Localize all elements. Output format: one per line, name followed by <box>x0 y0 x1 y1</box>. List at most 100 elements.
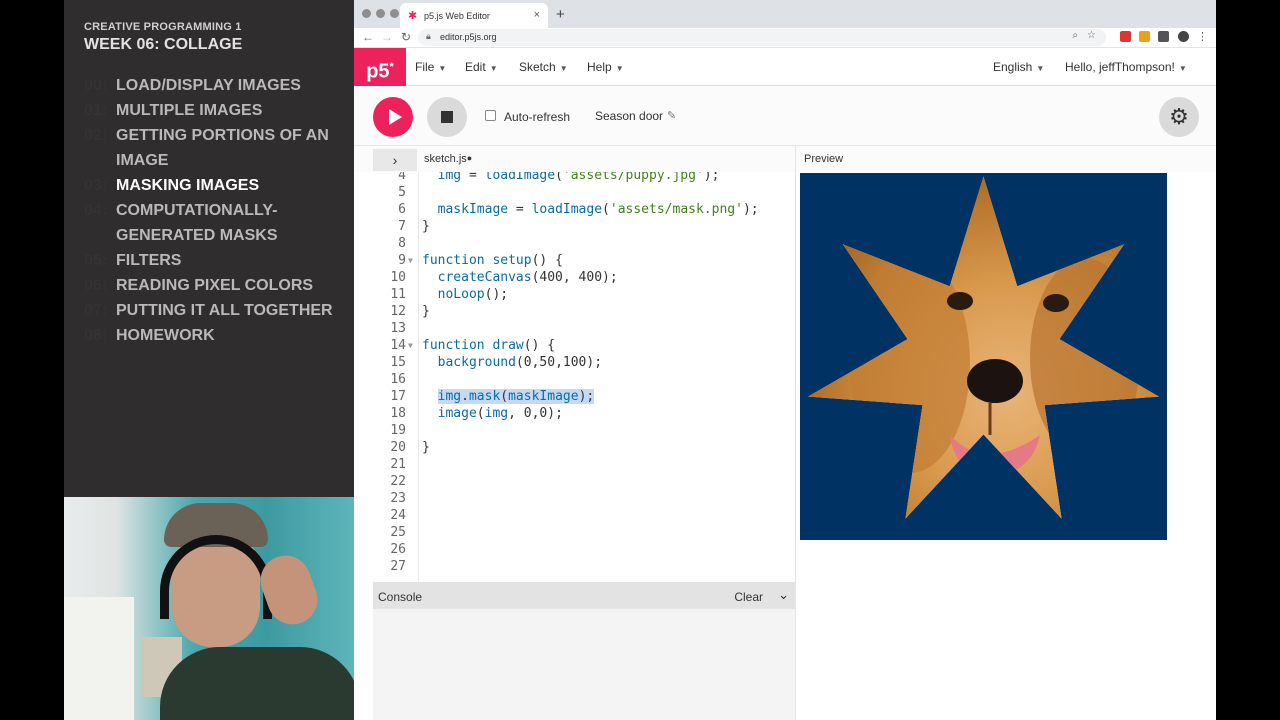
topic-number: 07: <box>84 302 108 319</box>
line-number: 14 <box>390 338 406 353</box>
line-number: 23 <box>390 491 406 506</box>
file-tab[interactable]: sketch.js● <box>424 153 472 165</box>
stop-button[interactable] <box>427 97 467 137</box>
logo-asterisk: * <box>389 61 394 73</box>
code-line[interactable]: 5 <box>373 184 795 201</box>
chevron-down-icon: ▼ <box>1036 64 1045 73</box>
star-icon[interactable]: ☆ <box>1087 30 1096 41</box>
window-minimize-dot[interactable] <box>376 9 385 18</box>
p5-logo[interactable]: p5* <box>354 48 406 86</box>
code-line[interactable]: 26 <box>373 541 795 558</box>
back-arrow-icon[interactable]: ← <box>362 30 374 44</box>
code-line[interactable]: 16 <box>373 371 795 388</box>
more-menu-icon[interactable]: ⋮ <box>1197 30 1208 43</box>
code-line[interactable]: 8 <box>373 235 795 252</box>
file-menu[interactable]: File ▼ <box>415 60 446 74</box>
fold-arrow-icon[interactable]: ▼ <box>408 337 413 354</box>
sketch-canvas[interactable] <box>800 173 1167 540</box>
code-line[interactable]: 20} <box>373 439 795 456</box>
code-line[interactable]: 12} <box>373 303 795 320</box>
help-menu[interactable]: Help ▼ <box>587 60 624 74</box>
sketch-menu[interactable]: Sketch ▼ <box>519 60 568 74</box>
line-number: 17 <box>390 389 406 404</box>
topic-item: 07: PUTTING IT ALL TOGETHER <box>84 298 344 323</box>
line-number: 6 <box>398 202 406 217</box>
code-text: maskImage = loadImage('assets/mask.png')… <box>437 202 759 217</box>
code-line[interactable]: 27 <box>373 558 795 575</box>
tab-close-icon[interactable]: × <box>534 9 540 21</box>
user-label: Hello, jeffThompson! <box>1065 60 1175 74</box>
window-close-dot[interactable] <box>362 9 371 18</box>
forward-arrow-icon[interactable]: → <box>381 30 393 44</box>
code-line[interactable]: 7} <box>373 218 795 235</box>
code-line[interactable]: 15 background(0,50,100); <box>373 354 795 371</box>
code-line[interactable]: 25 <box>373 524 795 541</box>
topic-item: 01: MULTIPLE IMAGES <box>84 98 344 123</box>
code-line[interactable]: 4 img = loadImage('assets/puppy.jpg'); <box>373 172 795 184</box>
code-line[interactable]: 17 img.mask(maskImage); <box>373 388 795 405</box>
play-icon <box>389 109 402 125</box>
browser-window: ✱ p5.js Web Editor × + ← → ↻ 🔒︎ editor.p… <box>354 0 1216 720</box>
code-line[interactable]: 10 createCanvas(400, 400); <box>373 269 795 286</box>
console-header: Console Clear ⌄ <box>373 582 795 609</box>
p5-nav-bar: p5* File ▼ Edit ▼ Sketch ▼ Help ▼ English ▼ H… <box>354 48 1216 86</box>
code-line[interactable]: 6 maskImage = loadImage('assets/mask.png… <box>373 201 795 218</box>
chevron-down-icon: ▼ <box>1178 64 1187 73</box>
code-line[interactable]: 9 ▼ function setup() { <box>373 252 795 269</box>
extension-icon[interactable] <box>1139 31 1150 42</box>
line-number: 8 <box>398 236 406 251</box>
code-line[interactable]: 24 <box>373 507 795 524</box>
code-line[interactable]: 23 <box>373 490 795 507</box>
chevron-down-icon[interactable]: ⌄ <box>778 587 789 603</box>
code-line[interactable]: 13 <box>373 320 795 337</box>
auto-refresh-checkbox[interactable] <box>485 110 496 121</box>
topic-number: 05: <box>84 252 108 269</box>
line-number: 12 <box>390 304 406 319</box>
window-maximize-dot[interactable] <box>390 9 399 18</box>
sketch-name[interactable]: Season door <box>595 109 663 123</box>
browser-tab[interactable]: ✱ p5.js Web Editor × <box>400 3 548 28</box>
tab-title: p5.js Web Editor <box>424 11 490 21</box>
chevron-down-icon: ▼ <box>559 64 568 73</box>
new-tab-button[interactable]: + <box>556 6 565 23</box>
code-editor[interactable]: 4 img = loadImage('assets/puppy.jpg'); 5 6… <box>373 172 795 582</box>
code-line[interactable]: 14 ▼ function draw() { <box>373 337 795 354</box>
profile-icon[interactable] <box>1178 31 1189 42</box>
sidebar-toggle-button[interactable]: › <box>373 149 417 171</box>
topic-text: LOAD/DISPLAY IMAGES <box>116 77 301 94</box>
reload-icon[interactable]: ↻ <box>401 30 411 44</box>
code-text: image(img, 0,0); <box>437 406 563 421</box>
code-line[interactable]: 18 image(img, 0,0); <box>373 405 795 422</box>
topic-item: 00: LOAD/DISPLAY IMAGES <box>84 73 344 98</box>
line-number: 26 <box>390 542 406 557</box>
language-menu[interactable]: English ▼ <box>993 60 1044 74</box>
code-line[interactable]: 22 <box>373 473 795 490</box>
zoom-icon[interactable]: ⌕ <box>1072 30 1078 41</box>
code-text: function draw() { <box>422 338 556 353</box>
code-text: background(0,50,100); <box>437 355 603 370</box>
line-number: 24 <box>390 508 406 523</box>
fold-arrow-icon[interactable]: ▼ <box>408 252 413 269</box>
code-line[interactable]: 11 noLoop(); <box>373 286 795 303</box>
presenter-hand <box>253 548 325 632</box>
code-text: } <box>422 440 430 455</box>
chevron-down-icon: ▼ <box>489 64 498 73</box>
extensions-puzzle-icon[interactable] <box>1158 31 1169 42</box>
console-panel: Console Clear ⌄ <box>373 582 795 720</box>
url-field[interactable]: 🔒︎ editor.p5js.org ☆ ⌕ <box>418 29 1106 46</box>
console-clear-button[interactable]: Clear <box>734 590 763 604</box>
topic-list: 00: LOAD/DISPLAY IMAGES 01: MULTIPLE IMAGES… <box>84 73 344 348</box>
unsaved-indicator: ● <box>466 153 473 163</box>
line-number: 21 <box>390 457 406 472</box>
preview-title: Preview <box>804 153 844 165</box>
code-text: } <box>422 219 430 234</box>
user-menu[interactable]: Hello, jeffThompson! ▼ <box>1065 60 1187 74</box>
code-line[interactable]: 19 <box>373 422 795 439</box>
pencil-icon[interactable]: ✎ <box>667 109 676 122</box>
address-bar-row: ← → ↻ 🔒︎ editor.p5js.org ☆ ⌕ ⋮ <box>354 28 1216 48</box>
extension-icon[interactable] <box>1120 31 1131 42</box>
settings-gear-icon[interactable]: ⚙ <box>1159 97 1199 137</box>
code-line[interactable]: 21 <box>373 456 795 473</box>
play-button[interactable] <box>373 97 413 137</box>
edit-menu[interactable]: Edit ▼ <box>465 60 498 74</box>
